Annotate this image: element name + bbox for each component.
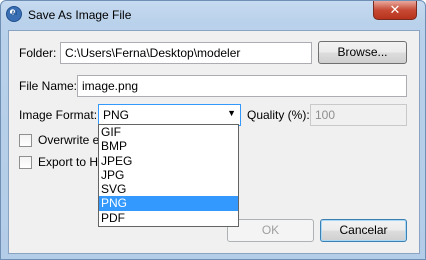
cancel-button[interactable]: Cancelar xyxy=(320,219,407,242)
format-option-gif[interactable]: GIF xyxy=(99,125,238,139)
overwrite-checkbox[interactable] xyxy=(19,134,32,147)
file-name-label: File Name: xyxy=(19,79,78,93)
ok-button[interactable]: OK xyxy=(227,219,314,242)
image-format-label: Image Format: xyxy=(19,108,98,122)
close-icon: ✕ xyxy=(389,2,401,17)
format-option-bmp[interactable]: BMP xyxy=(99,139,238,153)
title-bar[interactable]: AI Save As Image File ✕ xyxy=(1,1,425,29)
image-format-selected: PNG xyxy=(103,108,130,122)
browse-button[interactable]: Browse... xyxy=(318,41,407,64)
folder-label: Folder: xyxy=(19,46,57,60)
overwrite-label: Overwrite ex xyxy=(38,133,106,147)
format-option-png[interactable]: PNG xyxy=(99,196,238,211)
format-option-jpeg[interactable]: JPEG xyxy=(99,154,238,168)
save-as-dialog: AI Save As Image File ✕ Folder: C:\Users… xyxy=(0,0,426,260)
image-format-select[interactable]: PNG ▼ xyxy=(98,104,241,126)
chevron-down-icon[interactable]: ▼ xyxy=(227,108,236,118)
file-name-field[interactable]: image.png xyxy=(77,75,407,97)
dialog-title: Save As Image File xyxy=(28,8,132,22)
quality-field[interactable]: 100 xyxy=(310,104,407,126)
app-icon: AI xyxy=(6,6,22,22)
format-option-pdf[interactable]: PDF xyxy=(99,211,238,225)
image-format-dropdown: GIF BMP JPEG JPG SVG PNG PDF xyxy=(98,124,239,227)
export-html-checkbox[interactable] xyxy=(19,156,32,169)
quality-label: Quality (%): xyxy=(247,108,310,122)
folder-field[interactable]: C:\Users\Ferna\Desktop\modeler xyxy=(60,42,312,64)
export-html-label: Export to HT xyxy=(38,155,106,169)
close-button[interactable]: ✕ xyxy=(373,1,417,20)
format-option-svg[interactable]: SVG xyxy=(99,182,238,196)
format-option-jpg[interactable]: JPG xyxy=(99,168,238,182)
